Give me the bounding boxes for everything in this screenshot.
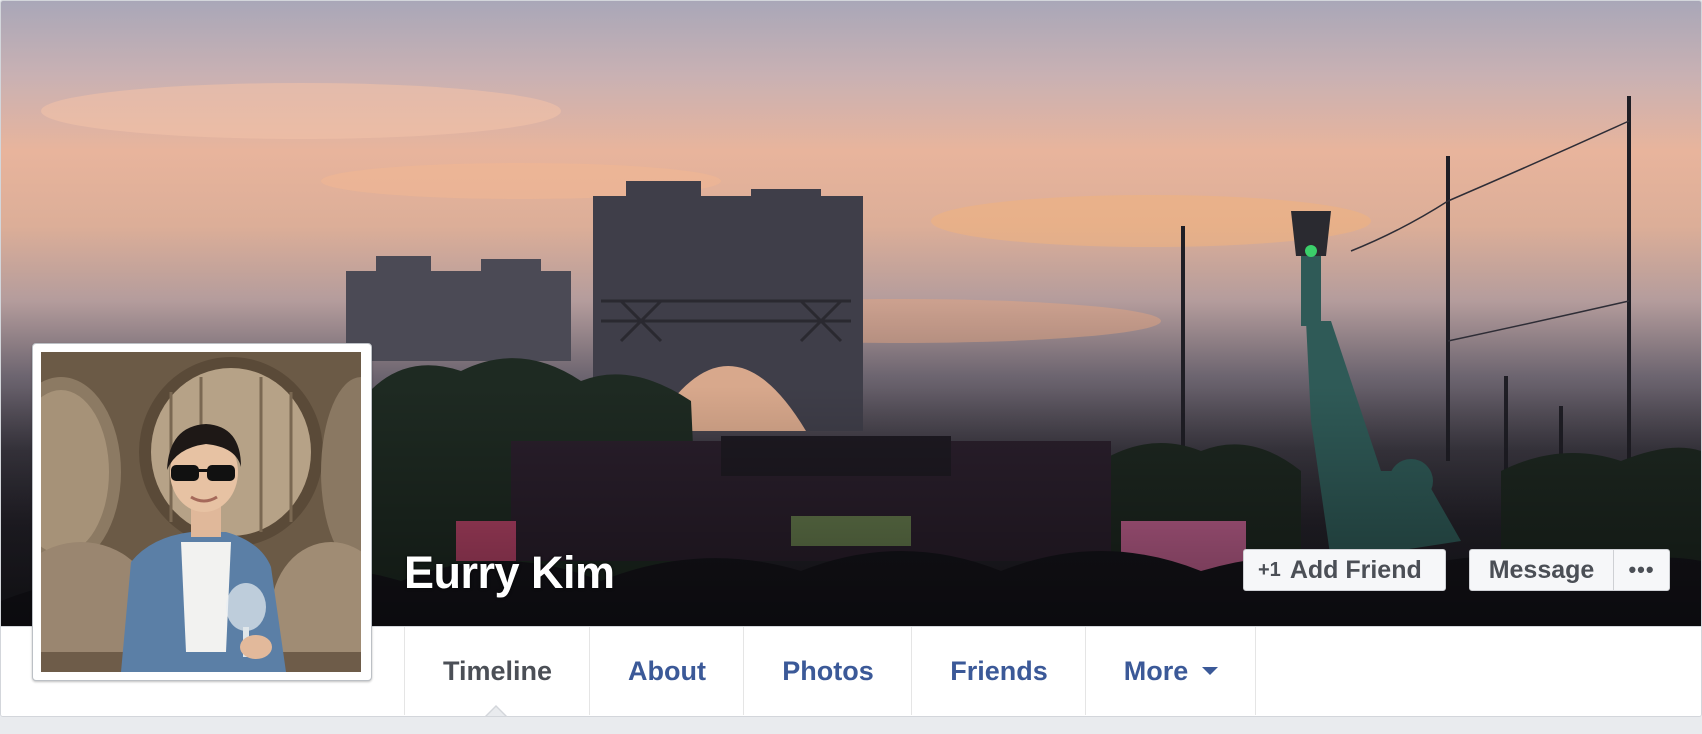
message-label: Message bbox=[1488, 555, 1595, 584]
add-friend-icon: +1 bbox=[1258, 558, 1281, 581]
profile-header: Eurry Kim +1 Add Friend Message ••• Time… bbox=[0, 0, 1702, 717]
message-button[interactable]: Message bbox=[1469, 549, 1614, 591]
tab-more[interactable]: More bbox=[1085, 627, 1256, 715]
tab-timeline[interactable]: Timeline bbox=[404, 627, 590, 715]
tab-about[interactable]: About bbox=[589, 627, 744, 715]
tab-divider bbox=[1255, 627, 1256, 715]
tab-friends[interactable]: Friends bbox=[911, 627, 1086, 715]
caret-down-icon bbox=[1202, 667, 1219, 675]
profile-picture-image bbox=[41, 352, 361, 672]
more-options-button[interactable]: ••• bbox=[1613, 549, 1670, 591]
tab-photos[interactable]: Photos bbox=[743, 627, 912, 715]
add-friend-label: Add Friend bbox=[1289, 555, 1422, 584]
ellipsis-icon: ••• bbox=[1628, 557, 1655, 582]
tab-timeline-label: Timeline bbox=[442, 655, 553, 686]
active-tab-indicator-inner bbox=[487, 707, 505, 716]
tab-friends-label: Friends bbox=[950, 655, 1048, 686]
tab-photos-label: Photos bbox=[782, 655, 874, 686]
add-friend-button[interactable]: +1 Add Friend bbox=[1243, 549, 1446, 591]
profile-picture[interactable] bbox=[32, 343, 372, 681]
tab-more-label: More bbox=[1123, 655, 1189, 686]
profile-name[interactable]: Eurry Kim bbox=[404, 547, 615, 599]
tab-about-label: About bbox=[628, 655, 706, 686]
